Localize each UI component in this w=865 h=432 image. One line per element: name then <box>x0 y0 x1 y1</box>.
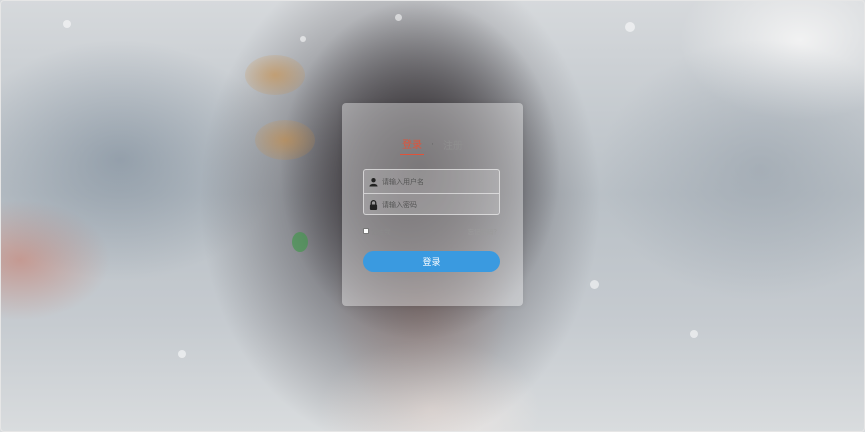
background-highlight <box>245 55 305 95</box>
tab-login[interactable]: 登录 <box>400 136 425 155</box>
background-bokeh <box>63 20 71 28</box>
background-bokeh <box>300 36 306 42</box>
lock-icon <box>369 200 378 210</box>
tab-register[interactable]: 注册 <box>441 137 465 155</box>
remember-me-label: 记住我 <box>371 228 391 236</box>
tab-separator: · <box>431 139 434 150</box>
checkbox-icon[interactable] <box>363 228 369 234</box>
login-button[interactable]: 登录 <box>363 251 500 272</box>
background-bokeh <box>590 280 599 289</box>
forgot-password-link[interactable]: 忘记密码？ <box>468 226 501 236</box>
password-row <box>364 193 499 216</box>
background-highlight <box>255 120 315 160</box>
background-bokeh <box>690 330 698 338</box>
background-bokeh <box>178 350 186 358</box>
background-bokeh <box>395 14 402 21</box>
background-highlight <box>292 232 308 252</box>
username-input[interactable] <box>382 177 492 186</box>
credential-fields <box>363 169 500 215</box>
background-bokeh <box>625 22 635 32</box>
remember-me-checkbox[interactable]: 记住我 <box>363 226 391 236</box>
username-row <box>364 170 499 193</box>
login-options: 记住我 忘记密码？ <box>363 226 500 236</box>
login-panel: 登录 · 注册 记住我 忘记密码？ 登录 <box>342 103 523 306</box>
user-icon <box>369 177 378 186</box>
auth-tabs: 登录 · 注册 <box>342 136 523 155</box>
password-input[interactable] <box>382 201 492 209</box>
